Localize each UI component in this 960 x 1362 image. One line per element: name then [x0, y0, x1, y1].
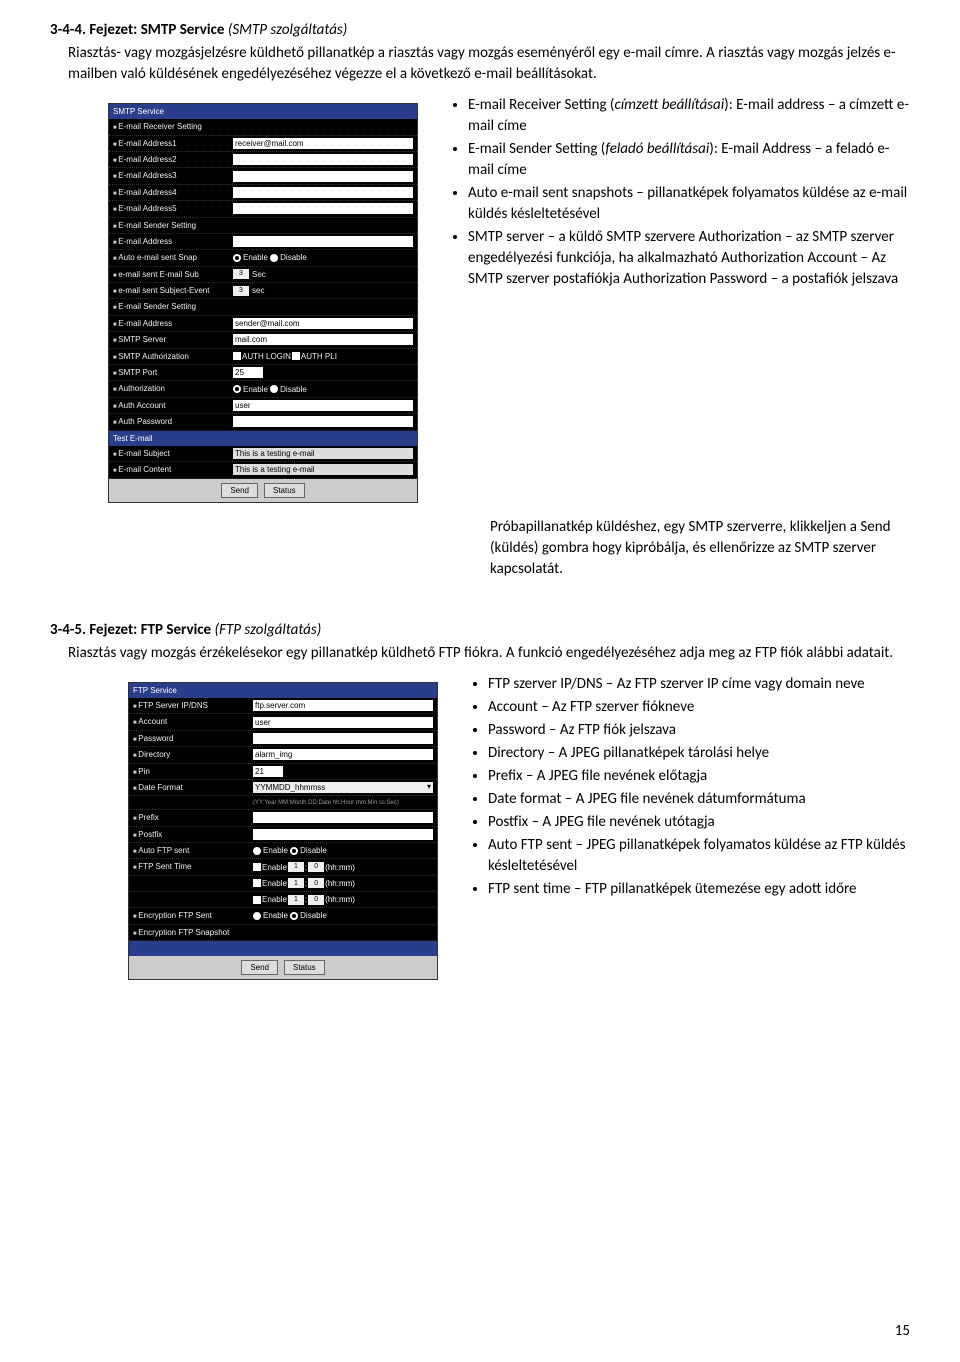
section-smtp: 3-4-4. Fejezet: SMTP Service (SMTP szolg…	[50, 20, 910, 580]
list-item: Postfix – A JPEG file nevének utótagja	[488, 812, 910, 833]
ftp-bullet-list: FTP szerver IP/DNS – Az FTP szerver IP c…	[488, 674, 910, 902]
list-item: FTP szerver IP/DNS – Az FTP szerver IP c…	[488, 674, 910, 695]
smtp-server[interactable]: mail.com	[233, 334, 413, 345]
section-1-heading: 3-4-4. Fejezet: SMTP Service (SMTP szolg…	[50, 20, 910, 41]
smtp-email-4[interactable]	[233, 187, 413, 198]
ftp-port[interactable]: 21	[253, 766, 283, 777]
ftp-auto-send-radio[interactable]: Enable Disable	[253, 845, 433, 856]
ftp-status-button[interactable]: Status	[284, 960, 325, 975]
ftp-encrypt-radio[interactable]: Enable Disable	[253, 910, 433, 921]
heading-2-title: 3-4-5. Fejezet: FTP Service	[50, 621, 211, 639]
smtp-sub-sender1: E-mail Sender Setting	[113, 220, 413, 231]
ftp-account[interactable]: user	[253, 717, 433, 728]
ftp-sub-header	[129, 941, 437, 956]
list-item: E-mail Receiver Setting (címzett beállít…	[468, 95, 910, 137]
smtp-bullet-list: E-mail Receiver Setting (címzett beállít…	[468, 95, 910, 292]
smtp-auth-password[interactable]	[233, 416, 413, 427]
list-item: Directory – A JPEG pillanatképek tárolás…	[488, 743, 910, 764]
smtp-auth-mode[interactable]: AUTH LOGIN AUTH PLI	[233, 351, 413, 362]
smtp-panel-header: SMTP Service	[109, 104, 417, 119]
ftp-sent-time-3[interactable]: Enable 1:0 (hh:mm)	[253, 894, 433, 905]
smtp-test-content[interactable]: This is a testing e-mail	[233, 464, 413, 475]
list-item: Auto e-mail sent snapshots – pillanatkép…	[468, 183, 910, 225]
list-item: Date format – A JPEG file nevének dátumf…	[488, 789, 910, 810]
smtp-config-panel: SMTP Service E-mail Receiver Setting E-m…	[108, 103, 418, 503]
list-item: Password – Az FTP fiók jelszava	[488, 720, 910, 741]
list-item: FTP sent time – FTP pillanatképek ütemez…	[488, 879, 910, 900]
ftp-password[interactable]	[253, 733, 433, 744]
smtp-sub-sender2: E-mail Sender Setting	[113, 301, 413, 312]
smtp-auto-send-radio[interactable]: Enable Disable	[233, 252, 413, 263]
smtp-sender-addr[interactable]: sender@mail.com	[233, 318, 413, 329]
smtp-send-interval[interactable]: 3Sec	[233, 269, 413, 280]
ftp-server[interactable]: ftp.server.com	[253, 700, 433, 711]
smtp-test-subject[interactable]: This is a testing e-mail	[233, 448, 413, 459]
page-number: 15	[895, 1321, 910, 1342]
ftp-date-format[interactable]: YYMMDD_hhmmss	[253, 782, 433, 793]
smtp-test-header: Test E-mail	[109, 431, 417, 446]
ftp-date-hint: (YY:Year MM:Month DD:Date hh:Hour mm:Min…	[253, 799, 433, 807]
section-2-intro: Riasztás vagy mozgás érzékelésekor egy p…	[68, 643, 910, 664]
smtp-send-button[interactable]: Send	[221, 483, 258, 498]
section-ftp: 3-4-5. Fejezet: FTP Service (FTP szolgál…	[50, 620, 910, 981]
heading-2-paren: (FTP szolgáltatás)	[215, 621, 322, 639]
smtp-status-button[interactable]: Status	[264, 483, 305, 498]
ftp-config-panel: FTP Service FTP Server IP/DNSftp.server.…	[128, 682, 438, 981]
smtp-sub-receiver: E-mail Receiver Setting	[113, 121, 413, 132]
ftp-panel-header: FTP Service	[129, 683, 437, 698]
smtp-sender-email[interactable]	[233, 236, 413, 247]
ftp-sent-time-1[interactable]: Enable 1:0 (hh:mm)	[253, 862, 433, 873]
ftp-postfix[interactable]	[253, 829, 433, 840]
smtp-email-2[interactable]	[233, 154, 413, 165]
smtp-email-3[interactable]	[233, 171, 413, 182]
smtp-email-1[interactable]: receiver@mail.com	[233, 138, 413, 149]
smtp-port[interactable]: 25	[233, 367, 263, 378]
section-1-intro: Riasztás- vagy mozgásjelzésre küldhető p…	[68, 43, 910, 85]
heading-1-paren: (SMTP szolgáltatás)	[228, 21, 347, 39]
smtp-after-paragraph: Próbapillanatkép küldéshez, egy SMTP sze…	[490, 517, 910, 580]
smtp-subject-event[interactable]: 3sec	[233, 285, 413, 296]
list-item: E-mail Sender Setting (feladó beállítása…	[468, 139, 910, 181]
list-item: Account – Az FTP szerver fiókneve	[488, 697, 910, 718]
section-2-heading: 3-4-5. Fejezet: FTP Service (FTP szolgál…	[50, 620, 910, 641]
smtp-authorization-radio[interactable]: Enable Disable	[233, 384, 413, 395]
heading-1-title: 3-4-4. Fejezet: SMTP Service	[50, 21, 224, 39]
smtp-auth-account[interactable]: user	[233, 400, 413, 411]
ftp-sent-time-2[interactable]: Enable 1:0 (hh:mm)	[253, 878, 433, 889]
list-item: Prefix – A JPEG file nevének előtagja	[488, 766, 910, 787]
list-item: SMTP server – a küldő SMTP szervere Auth…	[468, 227, 910, 290]
ftp-send-button[interactable]: Send	[241, 960, 278, 975]
list-item: Auto FTP sent – JPEG pillanatképek folya…	[488, 835, 910, 877]
smtp-email-5[interactable]	[233, 203, 413, 214]
ftp-prefix[interactable]	[253, 812, 433, 823]
ftp-directory[interactable]: alarm_img	[253, 749, 433, 760]
